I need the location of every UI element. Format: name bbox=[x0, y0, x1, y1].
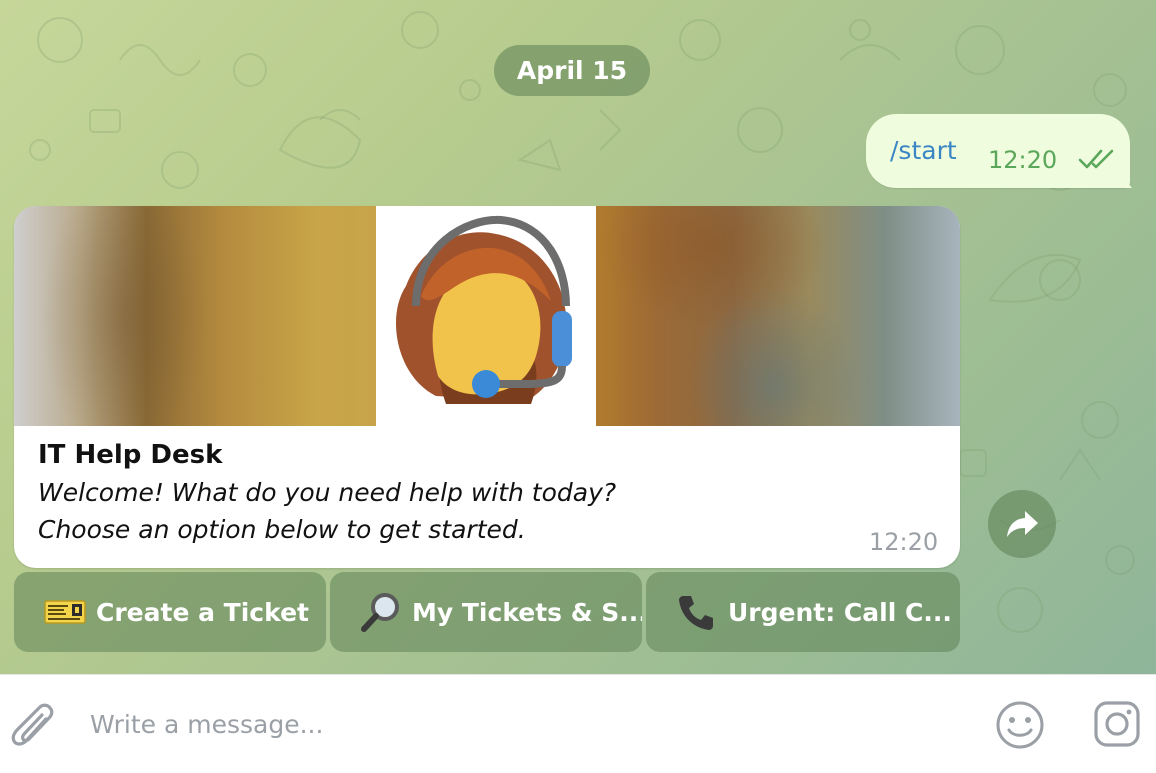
inline-keyboard: Create a Ticket My Tickets & S... Urgent… bbox=[14, 572, 960, 652]
keyboard-button-label: My Tickets & S... bbox=[412, 597, 642, 627]
message-media[interactable] bbox=[14, 206, 960, 426]
date-separator: April 15 bbox=[494, 45, 650, 96]
incoming-message-card[interactable]: IT Help Desk Welcome! What do you need h… bbox=[14, 206, 960, 568]
outgoing-message-time: 12:20 bbox=[988, 146, 1058, 174]
support-agent-headset-icon bbox=[396, 215, 572, 404]
outgoing-message-bubble[interactable]: /start 12:20 bbox=[866, 114, 1130, 188]
outgoing-message-text[interactable]: /start bbox=[890, 136, 957, 165]
message-composer bbox=[0, 674, 1156, 773]
forward-button[interactable] bbox=[988, 490, 1056, 558]
keyboard-button-my-tickets[interactable]: My Tickets & S... bbox=[330, 572, 642, 652]
smiley-icon[interactable] bbox=[994, 699, 1046, 755]
keyboard-button-label: Create a Ticket bbox=[96, 597, 309, 627]
double-check-icon bbox=[1078, 148, 1118, 174]
message-text-line: Welcome! What do you need help with toda… bbox=[38, 478, 617, 507]
keyboard-button-create-ticket[interactable]: Create a Ticket bbox=[14, 572, 326, 652]
keyboard-button-urgent-call[interactable]: Urgent: Call C... bbox=[646, 572, 960, 652]
camera-icon[interactable] bbox=[1092, 699, 1142, 753]
magnifier-icon bbox=[360, 591, 402, 633]
message-title: IT Help Desk bbox=[38, 440, 223, 470]
paperclip-icon[interactable] bbox=[8, 699, 56, 753]
incoming-message-time: 12:20 bbox=[869, 528, 939, 556]
message-input[interactable] bbox=[88, 703, 952, 745]
keyboard-button-label: Urgent: Call C... bbox=[728, 597, 952, 627]
message-text-line: Choose an option below to get started. bbox=[38, 515, 526, 544]
chat-background: April 15 /start 12:20 IT Help Desk Welco… bbox=[0, 0, 1156, 674]
phone-icon bbox=[676, 591, 718, 633]
outgoing-bubble-tail bbox=[1118, 170, 1132, 188]
media-image bbox=[376, 206, 596, 426]
ticket-icon bbox=[44, 591, 86, 633]
forward-arrow-icon bbox=[1007, 511, 1038, 537]
